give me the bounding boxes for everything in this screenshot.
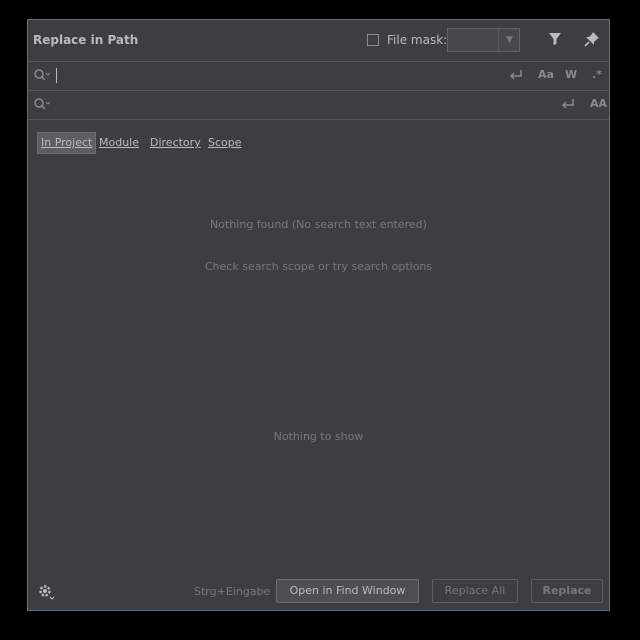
nothing-found-message: Nothing found (No search text entered) [210, 218, 427, 231]
replace-in-path-dialog: Replace in Path File mask: ▼ Aa W .* AA … [27, 19, 610, 611]
newline-icon[interactable] [561, 97, 575, 114]
dialog-title: Replace in Path [33, 33, 139, 47]
open-in-find-window-button[interactable]: Open in Find Window [276, 579, 419, 603]
tab-scope[interactable]: Scope [205, 132, 245, 154]
tab-in-project[interactable]: In Project [37, 132, 97, 154]
regex-icon[interactable]: .* [592, 68, 602, 81]
tab-module[interactable]: Module [96, 132, 142, 154]
replace-button[interactable]: Replace [531, 579, 603, 603]
chevron-down-icon[interactable]: ▼ [498, 29, 520, 51]
pin-icon[interactable] [584, 31, 600, 50]
dialog-header: Replace in Path File mask: ▼ [28, 20, 609, 62]
text-caret [56, 68, 57, 83]
file-mask-checkbox[interactable] [367, 34, 379, 46]
search-hint-message: Check search scope or try search options [204, 260, 433, 273]
find-field[interactable]: Aa W .* [28, 61, 609, 90]
search-icon[interactable] [33, 68, 51, 85]
newline-icon[interactable] [509, 68, 523, 85]
replace-field[interactable]: AA [28, 90, 609, 119]
tab-directory[interactable]: Directory [147, 132, 204, 154]
replace-all-button[interactable]: Replace All [432, 579, 518, 603]
file-mask-label: File mask: [387, 33, 448, 47]
file-mask-combobox[interactable]: ▼ [447, 28, 520, 52]
search-icon[interactable] [33, 97, 51, 114]
divider [28, 119, 609, 120]
match-case-toggle[interactable]: Aa [538, 68, 554, 81]
filter-icon[interactable] [548, 32, 562, 49]
nothing-to-show-message: Nothing to show [273, 430, 364, 443]
shortcut-hint: Strg+Eingabe [194, 585, 271, 598]
preserve-case-toggle[interactable]: AA [590, 97, 607, 110]
gear-icon[interactable] [37, 583, 55, 604]
whole-words-toggle[interactable]: W [565, 68, 577, 81]
